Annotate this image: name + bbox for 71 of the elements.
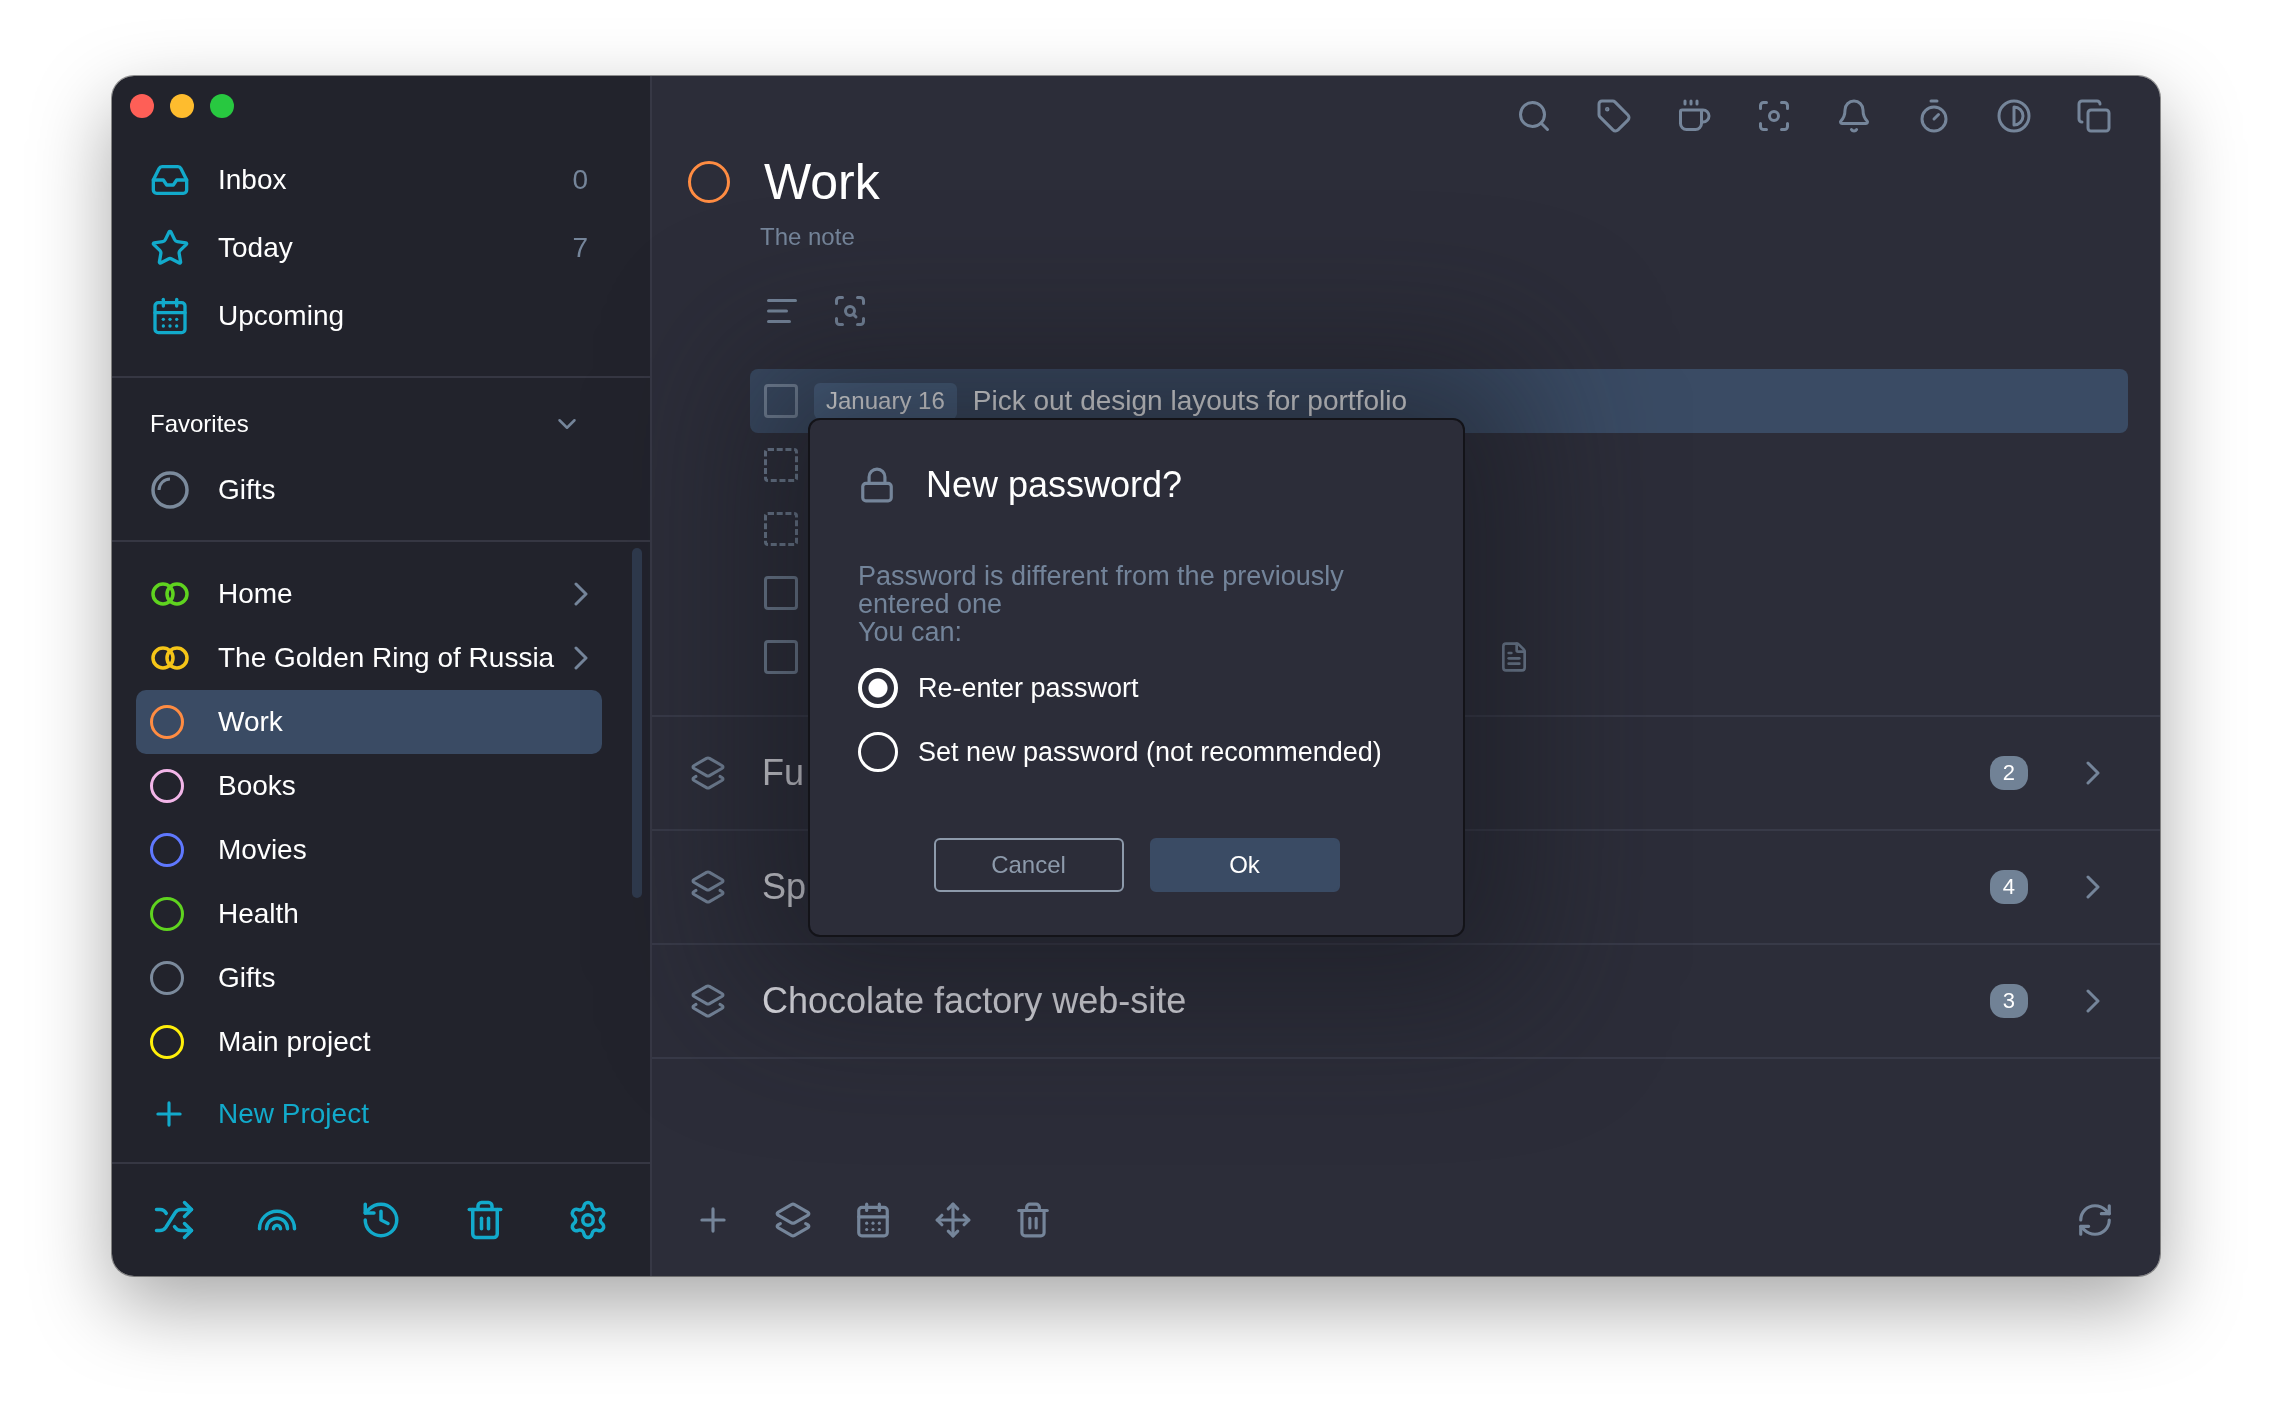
task-checkbox[interactable] bbox=[764, 448, 798, 482]
project-item[interactable]: Health bbox=[136, 882, 602, 946]
project-item[interactable]: Work bbox=[136, 690, 602, 754]
ok-button[interactable]: Ok bbox=[1149, 838, 1340, 892]
date-tag: January 16 bbox=[814, 383, 957, 419]
project-label: Movies bbox=[218, 834, 308, 866]
project-label: The Golden Ring of Russia bbox=[218, 642, 556, 674]
window-control[interactable] bbox=[210, 94, 234, 118]
window-control[interactable] bbox=[170, 94, 194, 118]
item-count: 0 bbox=[572, 164, 588, 196]
project-label: Health bbox=[218, 898, 300, 930]
heading-title: Sp bbox=[762, 866, 807, 908]
task-title: Pick out design layouts for portfolio bbox=[972, 385, 1407, 417]
chevron-right-icon bbox=[574, 646, 588, 670]
heading-title: Fu bbox=[762, 752, 804, 794]
layers-icon bbox=[690, 755, 726, 791]
project-item[interactable]: Home bbox=[136, 562, 602, 626]
project-label: Home bbox=[218, 578, 294, 610]
cancel-button[interactable]: Cancel bbox=[933, 838, 1124, 892]
sidebar-label: Gifts bbox=[218, 474, 277, 506]
project-label: Work bbox=[218, 706, 284, 738]
section-title: Favorites bbox=[150, 410, 250, 438]
dialog-message: Password is different from the previously entered one bbox=[858, 562, 1345, 618]
project-note: The note bbox=[759, 222, 856, 251]
radio-button[interactable] bbox=[858, 732, 898, 772]
sidebar-label: Today bbox=[218, 232, 294, 264]
sidebar-label: Upcoming bbox=[218, 300, 346, 332]
task-checkbox[interactable] bbox=[764, 640, 798, 674]
option-label: Set new password (not recommended) bbox=[918, 736, 1382, 768]
project-title: Work bbox=[764, 153, 880, 211]
chevron-right-icon bbox=[2086, 875, 2100, 899]
project-label: Gifts bbox=[218, 962, 277, 994]
item-count: 7 bbox=[572, 232, 588, 264]
window-control[interactable] bbox=[130, 94, 154, 118]
sidebar-label: Inbox bbox=[218, 164, 288, 196]
radio-button[interactable] bbox=[858, 668, 898, 708]
project-item[interactable]: Books bbox=[136, 754, 602, 818]
chevron-right-icon bbox=[2086, 989, 2100, 1013]
project-item[interactable]: Movies bbox=[136, 818, 602, 882]
heading-row[interactable]: Chocolate factory web-site 3 bbox=[652, 945, 2160, 1059]
task-row[interactable]: January 16 Pick out design layouts for portfolio bbox=[750, 369, 2128, 433]
task-checkbox[interactable] bbox=[764, 576, 798, 610]
radio-option[interactable]: Re-enter passwort bbox=[858, 656, 1415, 720]
dialog-prompt: You can: bbox=[858, 618, 964, 646]
sidebar-item[interactable]: Gifts bbox=[136, 456, 602, 524]
count-badge: 2 bbox=[1989, 756, 2028, 790]
task-checkbox[interactable] bbox=[764, 384, 798, 418]
radio-option[interactable]: Set new password (not recommended) bbox=[858, 720, 1415, 784]
scrollbar[interactable] bbox=[632, 548, 642, 898]
project-label: Main project bbox=[218, 1026, 372, 1058]
task-checkbox[interactable] bbox=[764, 512, 798, 546]
lock-icon bbox=[858, 466, 896, 504]
chevron-right-icon bbox=[2086, 761, 2100, 785]
count-badge: 4 bbox=[1989, 870, 2028, 904]
option-label: Re-enter passwort bbox=[918, 672, 1139, 704]
sidebar-item[interactable]: Inbox 0 bbox=[136, 146, 602, 214]
count-badge: 3 bbox=[1989, 984, 2028, 1018]
heading-title: Chocolate factory web-site bbox=[762, 980, 1187, 1022]
new-project-link[interactable]: New Project bbox=[218, 1098, 588, 1130]
chevron-right-icon bbox=[574, 582, 588, 606]
dialog-title: New password? bbox=[926, 464, 1183, 506]
layers-icon bbox=[690, 983, 726, 1019]
project-item[interactable]: Main project bbox=[136, 1010, 602, 1074]
project-item[interactable]: The Golden Ring of Russia bbox=[136, 626, 602, 690]
layers-icon bbox=[690, 869, 726, 905]
sidebar-item[interactable]: Today 7 bbox=[136, 214, 602, 282]
project-item[interactable]: Gifts bbox=[136, 946, 602, 1010]
project-label: Books bbox=[218, 770, 297, 802]
sidebar-item[interactable]: Upcoming bbox=[136, 282, 602, 350]
star-icon bbox=[150, 228, 190, 268]
calendar-icon bbox=[150, 296, 190, 336]
